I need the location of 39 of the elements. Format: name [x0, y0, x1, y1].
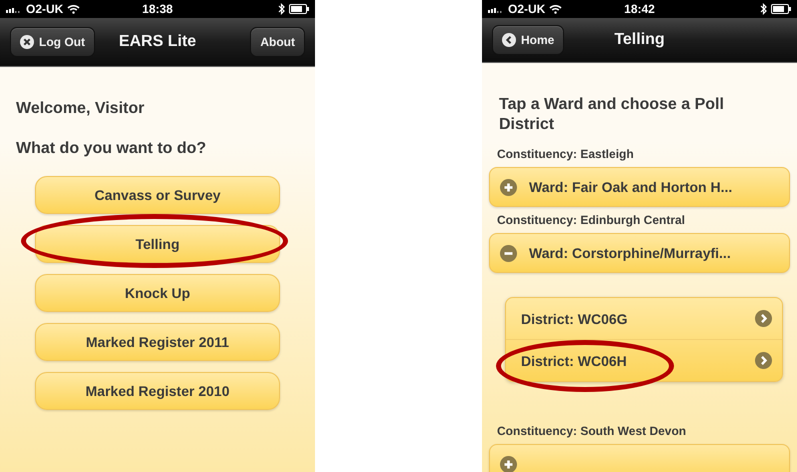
status-time: 18:38 — [142, 2, 173, 16]
menu-button[interactable]: Knock Up — [35, 274, 280, 312]
ward-row[interactable]: Ward: Fair Oak and Horton H... — [489, 167, 790, 207]
bluetooth-icon — [278, 3, 285, 15]
screen-title: EARS Lite — [118, 33, 196, 51]
constituency-label: Constituency: Eastleigh — [497, 147, 635, 161]
nav-button[interactable]: Log Out — [10, 27, 95, 57]
wifi-icon — [549, 4, 562, 14]
district-name[interactable]: District: WC06G — [521, 310, 628, 326]
chevron-right-icon — [755, 310, 772, 327]
signal-icon — [488, 5, 504, 13]
about-button[interactable]: About — [250, 27, 305, 57]
ward-name: Ward: Fair Oak and Horton H... — [529, 179, 732, 195]
constituency-label: Constituency: Edinburgh Central — [497, 213, 686, 227]
menu-button[interactable]: Telling — [35, 225, 280, 263]
battery-icon — [289, 4, 309, 14]
carrier-name: O2-UK — [26, 2, 64, 16]
bluetooth-icon — [760, 3, 767, 15]
status-time: 18:42 — [624, 2, 655, 16]
carrier-name: O2-UK — [508, 2, 546, 16]
signal-icon — [6, 5, 22, 13]
nav-button[interactable]: Home — [492, 25, 564, 55]
chevron-right-icon — [755, 352, 772, 369]
screen-title: Telling — [614, 31, 665, 49]
ward-name: Ward: Corstorphine/Murrayfi... — [529, 245, 731, 261]
instruction-heading: Tap a Ward and choose a Poll District — [499, 95, 725, 135]
menu-button[interactable]: Canvass or Survey — [35, 176, 280, 214]
ward-row[interactable] — [489, 444, 790, 472]
menu-button[interactable]: Marked Register 2010 — [35, 372, 280, 410]
prompt-text: What do you want to do? — [16, 140, 208, 158]
welcome-text: Welcome, Visitor — [16, 100, 146, 118]
battery-icon — [771, 4, 791, 14]
close-icon — [20, 35, 34, 49]
constituency-label: Constituency: South West Devon — [497, 424, 688, 438]
ward-row[interactable]: Ward: Corstorphine/Murrayfi... — [489, 233, 790, 273]
menu-button[interactable]: Marked Register 2011 — [35, 323, 280, 361]
wifi-icon — [67, 4, 80, 14]
back-icon — [502, 33, 516, 47]
district-name[interactable]: District: WC06H — [521, 352, 627, 368]
